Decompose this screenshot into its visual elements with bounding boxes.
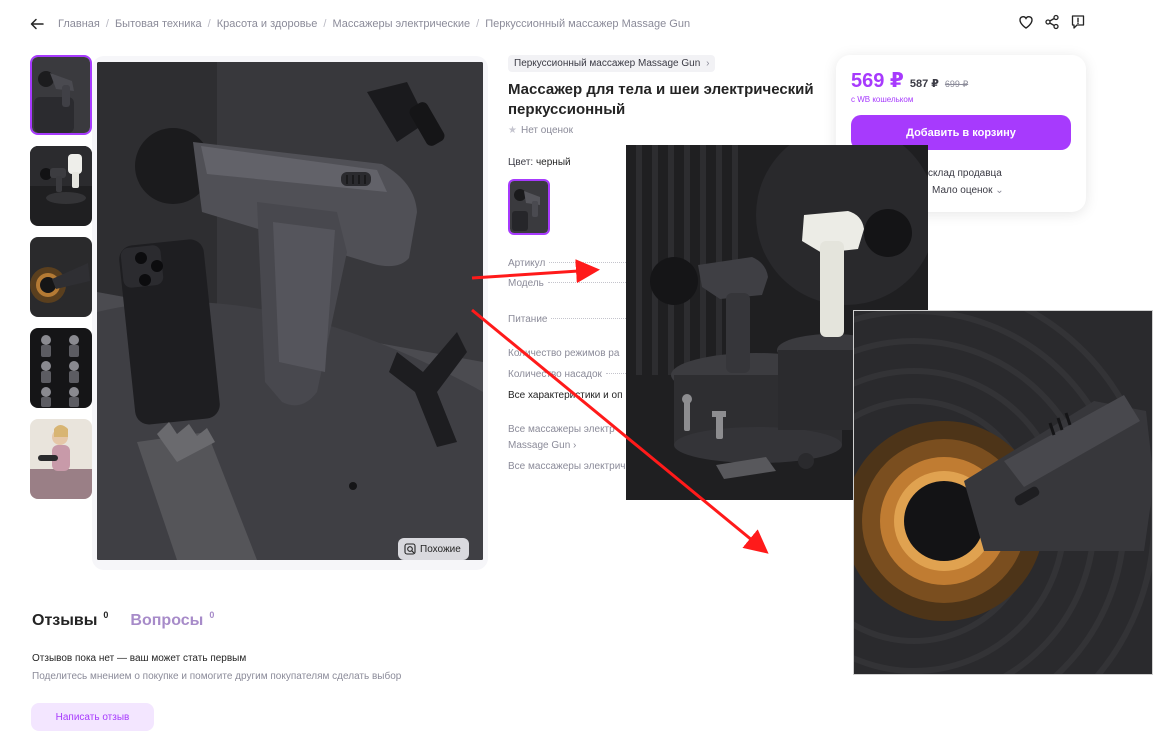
thumbnail-1[interactable] [30, 55, 92, 135]
no-reviews-subtitle: Поделитесь мнением о покупке и помогите … [32, 671, 402, 682]
link-line: Все массажеры электрич [508, 461, 626, 472]
spec-label: Артикул [508, 258, 546, 269]
breadcrumb-appliances[interactable]: Бытовая техника [115, 18, 202, 30]
breadcrumb-separator: / [207, 18, 211, 30]
spec-label: Модель [508, 278, 544, 289]
all-massagers-brand-link[interactable]: Все массажеры электр Massage Gun › [508, 422, 628, 454]
breadcrumb-separator: / [105, 18, 109, 30]
back-arrow-icon[interactable] [30, 17, 44, 31]
breadcrumb-beauty[interactable]: Красота и здоровье [217, 18, 318, 30]
spec-row-modes: Количество режимов ра [508, 348, 628, 359]
breadcrumb-separator: / [323, 18, 327, 30]
reviews-tabs: Отзывы 0 Вопросы 0 [32, 610, 215, 630]
product-page: Главная / Бытовая техника / Красота и зд… [0, 0, 1176, 756]
overlay-image-vibration [853, 310, 1153, 675]
chevron-down-icon: ⌄ [995, 185, 1004, 196]
few-reviews-dropdown[interactable]: Мало оценок ⌄ [932, 185, 1004, 196]
rating-text: Нет оценок [520, 125, 573, 136]
tab-reviews-label: Отзывы [32, 612, 98, 629]
chevron-right-icon: › [573, 440, 577, 451]
price-row: 569 ₽ 587 ₽ 699 ₽ [851, 68, 968, 93]
thumbnail-list [30, 55, 92, 510]
similar-search-icon [404, 543, 416, 555]
all-massagers-link[interactable]: Все массажеры электрич [508, 459, 628, 475]
brand-tag[interactable]: Перкуссионный массажер Massage Gun › [508, 55, 716, 72]
product-title: Массажер для тела и шеи электрический пе… [508, 81, 814, 118]
spec-label: Питание [508, 314, 548, 325]
thumbnail-4[interactable] [30, 328, 92, 408]
share-icon[interactable] [1044, 14, 1060, 30]
breadcrumb-home[interactable]: Главная [58, 18, 100, 30]
breadcrumb: Главная / Бытовая техника / Красота и зд… [30, 17, 690, 31]
breadcrumb-massagers[interactable]: Массажеры электрические [332, 18, 470, 30]
thumbnail-2[interactable] [30, 146, 92, 226]
write-review-button[interactable]: Написать отзыв [31, 703, 154, 731]
similar-button[interactable]: Похожие [398, 538, 469, 560]
link-line: Все массажеры электр [508, 424, 615, 435]
price-without-wallet: 587 ₽ [909, 78, 939, 90]
few-reviews-label: Мало оценок [932, 185, 993, 196]
color-swatch-black[interactable] [508, 179, 550, 235]
reviews-count: 0 [103, 610, 109, 620]
spec-row-model: Модель [508, 278, 628, 289]
wallet-note: с WB кошельком [851, 95, 914, 104]
spec-row-article: Артикул [508, 258, 628, 269]
heart-icon[interactable] [1018, 14, 1034, 30]
top-actions [1018, 14, 1086, 30]
all-characteristics-label: Все характеристики и оп [508, 390, 623, 401]
tab-reviews[interactable]: Отзывы 0 [32, 610, 109, 630]
breadcrumb-separator: / [476, 18, 480, 30]
thumbnail-3[interactable] [30, 237, 92, 317]
link-line: Massage Gun [508, 440, 571, 451]
price-strikethrough: 699 ₽ [944, 79, 969, 89]
no-reviews-title: Отзывов пока нет — ваш может стать первы… [32, 653, 247, 664]
spec-label: Количество режимов ра [508, 348, 620, 359]
spec-row-attachments: Количество насадок [508, 369, 628, 380]
spec-label: Количество насадок [508, 369, 602, 380]
tab-questions[interactable]: Вопросы 0 [130, 610, 215, 630]
similar-label: Похожие [420, 543, 461, 555]
main-product-image[interactable] [97, 62, 483, 560]
color-label: Цвет: черный [508, 157, 571, 168]
breadcrumb-current[interactable]: Перкуссионный массажер Massage Gun [485, 18, 690, 30]
color-label-text: Цвет: [508, 157, 534, 168]
report-icon[interactable] [1070, 14, 1086, 30]
chevron-right-icon: › [706, 58, 710, 69]
color-value: черный [535, 157, 571, 168]
arrow-to-stand-image [471, 259, 600, 284]
price-current: 569 ₽ [851, 70, 904, 92]
seller-warehouse-note: склад продавца [928, 168, 1002, 179]
tab-questions-label: Вопросы [130, 612, 204, 629]
spec-row-power: Питание [508, 314, 628, 325]
rating: ★ Нет оценок [508, 125, 573, 136]
all-characteristics-link[interactable]: Все характеристики и оп [508, 390, 628, 401]
star-icon: ★ [508, 125, 517, 136]
thumbnail-5[interactable] [30, 419, 92, 499]
brand-tag-label: Перкуссионный массажер Massage Gun [514, 58, 701, 69]
questions-count: 0 [209, 610, 215, 620]
